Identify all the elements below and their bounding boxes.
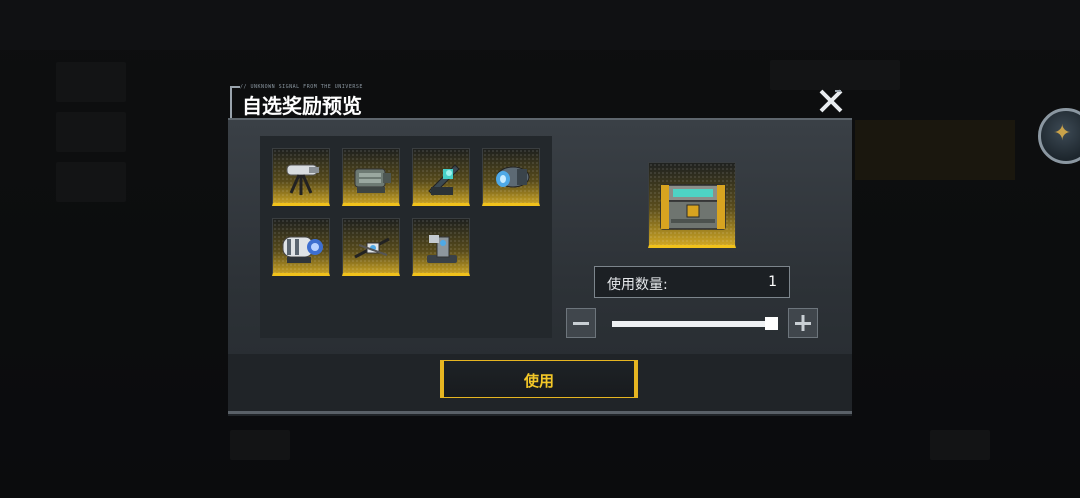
reward-item-slot[interactable]	[412, 148, 470, 206]
reward-grid-panel	[260, 136, 552, 338]
use-button-label: 使用	[523, 372, 554, 390]
quantity-slider[interactable]	[612, 317, 778, 330]
plus-icon	[795, 315, 811, 331]
slider-fill	[612, 321, 778, 327]
drone-icon	[354, 237, 390, 259]
close-x-icon[interactable]	[818, 88, 844, 114]
mount-icon	[427, 235, 457, 263]
reward-item-slot[interactable]	[342, 218, 400, 276]
supply-chest-icon	[660, 184, 726, 230]
reward-item-slot[interactable]	[412, 218, 470, 276]
quantity-field: 使用数量: 1	[594, 266, 790, 298]
reward-item-slot[interactable]	[272, 148, 330, 206]
launcher-icon	[428, 164, 460, 196]
reward-item-slot[interactable]	[272, 218, 330, 276]
thruster-icon	[496, 166, 530, 188]
selected-item-preview	[648, 162, 736, 248]
dialog-title-strip: // UNKNOWN SIGNAL FROM THE UNIVERSE 自选奖励…	[228, 84, 850, 118]
dialog-footer: 使用	[228, 354, 852, 416]
slider-thumb[interactable]	[765, 317, 778, 330]
decrease-quantity-button[interactable]	[566, 308, 596, 338]
quantity-label: 使用数量:	[607, 277, 668, 293]
reactor-icon	[282, 236, 323, 263]
reward-item-slot[interactable]	[482, 148, 540, 206]
medal-emblem-icon: ✦	[1053, 121, 1072, 146]
turret-tripod-icon	[286, 164, 319, 195]
increase-quantity-button[interactable]	[788, 308, 818, 338]
title-bracket-decoration	[230, 86, 240, 118]
reward-item-slot[interactable]	[342, 148, 400, 206]
use-button[interactable]: 使用	[440, 360, 638, 398]
quantity-value: 1	[768, 274, 777, 290]
reward-preview-dialog: 使用数量: 1 使用	[228, 118, 852, 416]
dialog-title: 自选奖励预览	[242, 94, 362, 118]
cannon-module-icon	[354, 168, 391, 193]
minus-icon	[573, 322, 589, 325]
